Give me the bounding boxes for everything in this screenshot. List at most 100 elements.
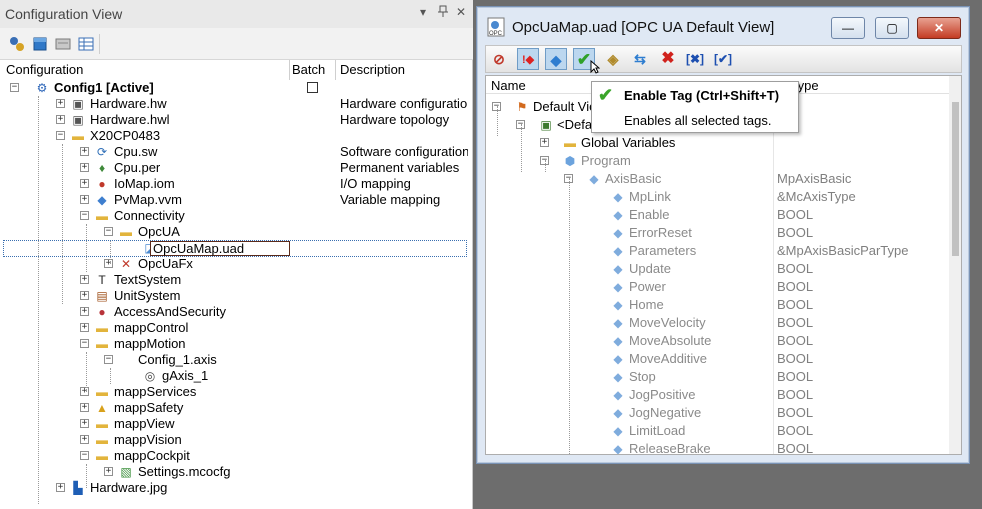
tree-row[interactable]: + ▬ mappVision xyxy=(0,432,470,448)
refresh-icon[interactable]: ⇆ xyxy=(629,48,651,70)
expand-icon[interactable]: + xyxy=(80,387,89,396)
tag-icon: ◆ xyxy=(613,280,623,294)
tree-row[interactable]: + T TextSystem xyxy=(0,272,470,288)
column-description[interactable]: Description xyxy=(340,62,405,77)
tree-row[interactable]: + ▣ Hardware.hw Hardware configuration xyxy=(0,96,470,112)
tree-row[interactable]: + ▣ Hardware.hwl Hardware topology xyxy=(0,112,470,128)
cube-arrow-icon[interactable]: ◈ xyxy=(602,48,624,70)
opcua-tree-row[interactable]: ◆ JogPositive BOOL xyxy=(486,386,948,404)
opcua-tree-row[interactable]: ◆ MpLink &McAxisType xyxy=(486,188,948,206)
hardware-icon[interactable] xyxy=(54,35,72,53)
expand-icon[interactable]: + xyxy=(80,147,89,156)
tree-row[interactable]: + ⟳ Cpu.sw Software configuration xyxy=(0,144,470,160)
expand-icon[interactable]: + xyxy=(56,99,65,108)
expand-icon[interactable]: + xyxy=(80,323,89,332)
tree-row[interactable]: − ▬ mappMotion xyxy=(0,336,470,352)
close-icon[interactable]: ✕ xyxy=(454,5,468,19)
opcua-tree-row[interactable]: ◆ Stop BOOL xyxy=(486,368,948,386)
collapse-icon[interactable]: − xyxy=(80,451,89,460)
collapse-icon[interactable]: − xyxy=(10,83,19,92)
opcua-tree-row[interactable]: − ⬢ Program xyxy=(486,152,948,170)
expand-icon[interactable]: + xyxy=(80,291,89,300)
opcua-tree-row[interactable]: ◆ MoveVelocity BOOL xyxy=(486,314,948,332)
expand-icon[interactable]: + xyxy=(80,419,89,428)
expand-icon[interactable]: + xyxy=(80,403,89,412)
opcua-tree-row[interactable]: ◆ ErrorReset BOOL xyxy=(486,224,948,242)
scrollbar-thumb[interactable] xyxy=(952,102,959,256)
remove-tag-icon[interactable]: [✖] xyxy=(684,48,706,70)
enable-tag-exclaim-icon[interactable]: !◆ xyxy=(517,48,539,70)
expand-icon[interactable]: + xyxy=(104,259,113,268)
column-batch[interactable]: Batch xyxy=(292,62,325,77)
expand-icon[interactable]: + xyxy=(80,307,89,316)
opcua-tree-row[interactable]: ◆ MoveAdditive BOOL xyxy=(486,350,948,368)
tree-row[interactable]: + ▤ UnitSystem xyxy=(0,288,470,304)
tree-row[interactable]: + ● IoMap.iom I/O mapping xyxy=(0,176,470,192)
opcua-tree-item-datatype: BOOL xyxy=(777,207,814,222)
minimize-button[interactable]: — xyxy=(831,17,865,39)
maximize-button[interactable]: ▢ xyxy=(875,17,909,39)
column-name[interactable]: Name xyxy=(491,78,526,93)
expand-icon[interactable]: + xyxy=(80,163,89,172)
expand-icon[interactable]: + xyxy=(56,115,65,124)
expand-icon[interactable]: + xyxy=(80,179,89,188)
collapse-icon[interactable]: − xyxy=(80,339,89,348)
expand-icon[interactable]: + xyxy=(540,138,549,147)
opcua-tree-row[interactable]: ◆ Home BOOL xyxy=(486,296,948,314)
opcua-window-icon: OPC xyxy=(487,17,507,37)
vertical-scrollbar[interactable] xyxy=(949,76,961,454)
tree-row[interactable]: − ▬ Connectivity xyxy=(0,208,470,224)
expand-icon[interactable]: + xyxy=(80,195,89,204)
opcua-tree-row[interactable]: ◆ MoveAbsolute BOOL xyxy=(486,332,948,350)
tree-row[interactable]: − ⚙ Config1 [Active] xyxy=(0,80,470,96)
expand-icon[interactable]: + xyxy=(80,435,89,444)
column-configuration[interactable]: Configuration xyxy=(6,62,83,77)
tag-icon[interactable]: ◆ xyxy=(545,48,567,70)
delete-icon[interactable]: ✖ xyxy=(657,48,679,70)
opcua-tree-row[interactable]: ◆ Update BOOL xyxy=(486,260,948,278)
tree-row[interactable]: + ▙ Hardware.jpg xyxy=(0,480,470,496)
opcua-tree-row[interactable]: − ◆ AxisBasic MpAxisBasic xyxy=(486,170,948,188)
tree-row[interactable]: + ♦ Cpu.per Permanent variables xyxy=(0,160,470,176)
check-tag-icon[interactable]: [✔] xyxy=(712,48,734,70)
tree-row[interactable]: − ▬ X20CP0483 xyxy=(0,128,470,144)
disable-all-icon[interactable]: ⊘ xyxy=(488,48,510,70)
opcua-tree-row[interactable]: ◆ Power BOOL xyxy=(486,278,948,296)
close-button[interactable]: ✕ xyxy=(917,17,961,39)
dropdown-icon[interactable]: ▾ xyxy=(416,5,430,19)
opcua-tree-row[interactable]: ◆ JogNegative BOOL xyxy=(486,404,948,422)
tree-row[interactable]: + ▧ Settings.mcocfg xyxy=(0,464,470,480)
tree-row[interactable]: + ● AccessAndSecurity xyxy=(0,304,470,320)
opcua-window-titlebar[interactable]: OPC OpcUaMap.uad [OPC UA Default View] —… xyxy=(477,7,969,43)
tree-row[interactable]: ◎ gAxis_1 xyxy=(0,368,470,384)
table-icon[interactable] xyxy=(77,35,95,53)
opcua-tree-row[interactable]: ◆ LimitLoad BOOL xyxy=(486,422,948,440)
opcua-tree-row[interactable]: ◆ ReleaseBrake BOOL xyxy=(486,440,948,454)
tree-row[interactable]: + ◆ PvMap.vvm Variable mapping xyxy=(0,192,470,208)
expand-icon[interactable]: + xyxy=(56,483,65,492)
batch-checkbox[interactable] xyxy=(307,82,318,93)
tree-row[interactable]: − Config_1.axis xyxy=(0,352,470,368)
tree-row[interactable]: + ▬ mappServices xyxy=(0,384,470,400)
collapse-icon[interactable]: − xyxy=(56,131,65,140)
expand-icon[interactable]: + xyxy=(80,275,89,284)
cube-icon[interactable] xyxy=(31,35,49,53)
tree-row[interactable]: + ▬ mappControl xyxy=(0,320,470,336)
tree-row[interactable]: + ▲ mappSafety xyxy=(0,400,470,416)
tree-row[interactable]: + ✕ OpcUaFx xyxy=(0,256,470,272)
opcua-tree-row[interactable]: ◆ Parameters &MpAxisBasicParType xyxy=(486,242,948,260)
tree-row[interactable]: + ▬ mappView xyxy=(0,416,470,432)
opcua-tree-row[interactable]: + ▬ Global Variables xyxy=(486,134,948,152)
collapse-icon[interactable]: − xyxy=(104,355,113,364)
opcua-tree-row[interactable]: ◆ Enable BOOL xyxy=(486,206,948,224)
tag-icon: ◆ xyxy=(613,388,623,402)
configuration-icon[interactable] xyxy=(8,35,26,53)
plc-icon: ▣ xyxy=(540,118,552,132)
rename-input[interactable]: OpcUaMap.uad xyxy=(150,241,290,256)
collapse-icon[interactable]: − xyxy=(80,211,89,220)
expand-icon[interactable]: + xyxy=(104,467,113,476)
tree-row[interactable]: − ▬ mappCockpit xyxy=(0,448,470,464)
tree-row[interactable]: − ▬ OpcUA xyxy=(0,224,470,240)
collapse-icon[interactable]: − xyxy=(104,227,113,236)
pin-icon[interactable] xyxy=(436,5,450,20)
